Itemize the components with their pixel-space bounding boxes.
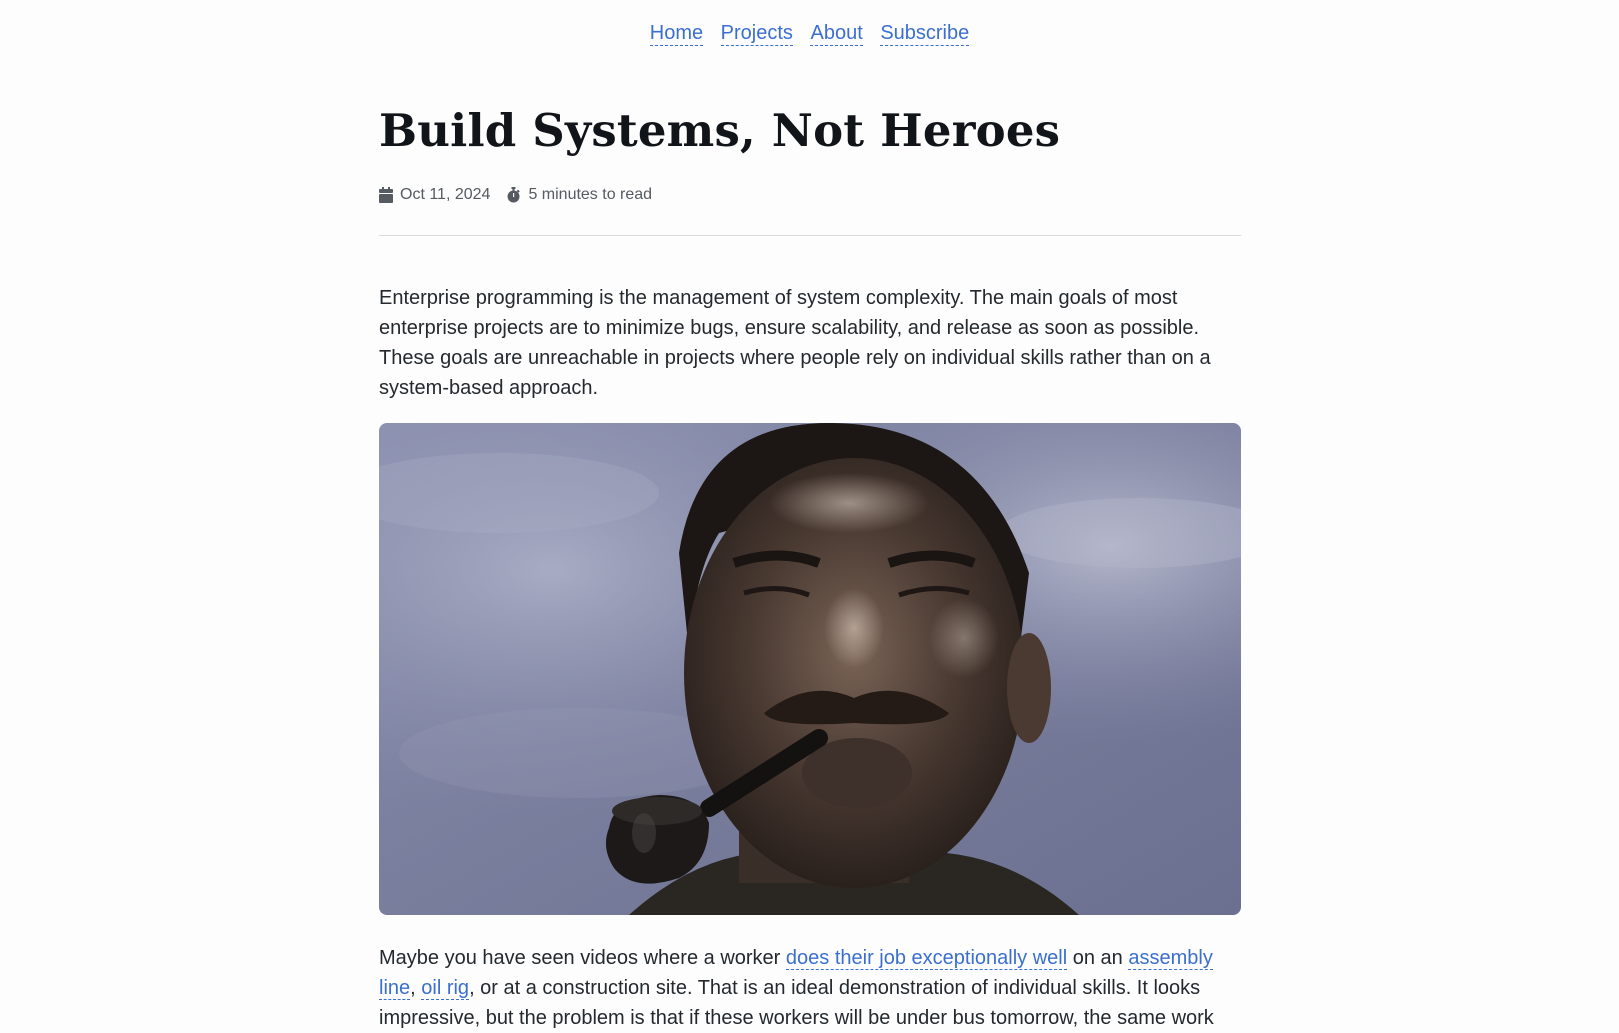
intro-paragraph: Enterprise programming is the management…: [379, 287, 1211, 399]
post-title: Build Systems, Not Heroes: [379, 104, 1061, 157]
link-oil-rig[interactable]: oil rig: [421, 977, 470, 1000]
nav-subscribe-link[interactable]: Subscribe: [880, 22, 970, 46]
stopwatch-icon: [507, 187, 521, 203]
post-date-text: Oct 11, 2024: [400, 186, 491, 203]
meta-divider: [379, 235, 1241, 236]
link-does-their-job[interactable]: does their job exceptionally well: [785, 947, 1068, 970]
post-reading-time-text: 5 minutes to read: [528, 186, 653, 203]
nav-home-link[interactable]: Home: [649, 22, 704, 46]
post-date: Oct 11, 2024: [379, 186, 490, 204]
nav-projects-link[interactable]: Projects: [720, 22, 793, 46]
calendar-icon: [379, 187, 393, 203]
body-text-2: on an: [1067, 947, 1129, 969]
body-text-3: ,: [410, 977, 422, 999]
hero-image: [379, 423, 1241, 915]
nav-about-link[interactable]: About: [810, 22, 863, 46]
post-reading-time: 5 minutes to read: [506, 186, 652, 204]
body-paragraph: Maybe you have seen videos where a worke…: [379, 943, 1241, 1033]
worker-with-pipe-illustration: [379, 423, 1241, 915]
top-nav: Home Projects About Subscribe: [0, 22, 1619, 46]
post-meta: Oct 11, 2024 5 minutes to read: [379, 186, 668, 204]
body-text-4: , or at a construction site. That is an …: [379, 977, 1214, 1029]
body-text-1: Maybe you have seen videos where a worke…: [379, 947, 786, 969]
